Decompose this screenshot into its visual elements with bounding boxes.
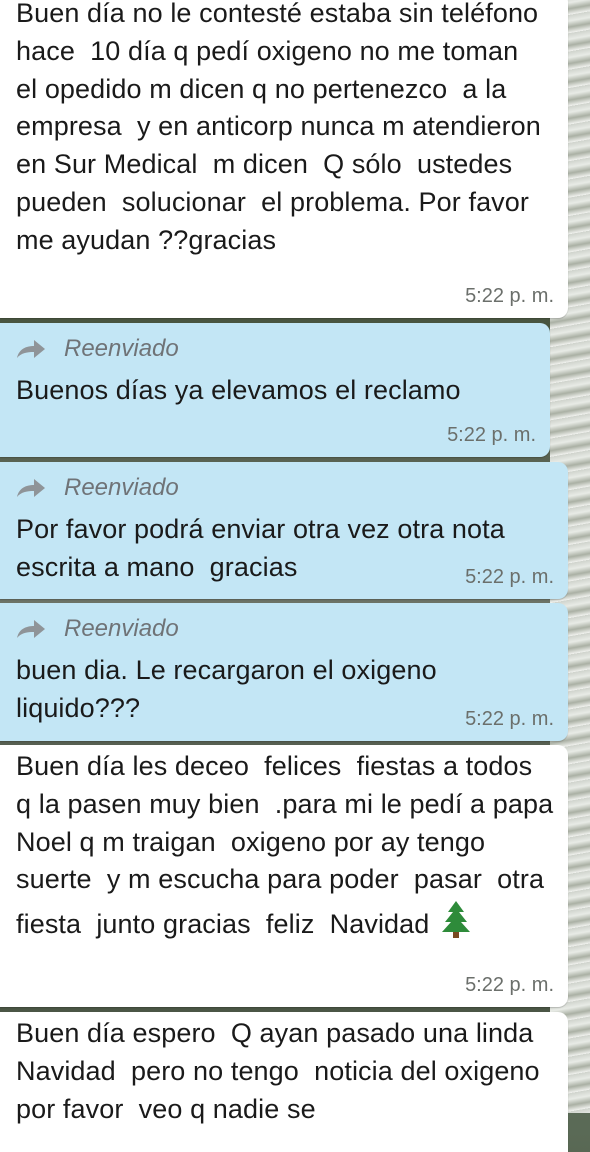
forwarded-label: Reenviado (64, 615, 179, 642)
forwarded-indicator: Reenviado (16, 606, 554, 652)
message-time: 5:22 p. m. (465, 708, 554, 730)
forwarded-indicator: Reenviado (16, 465, 554, 511)
message-text: Buen día espero Q ayan pasado una linda … (16, 1018, 548, 1124)
message-text-content: Buen día les deceo felices fiestas a tod… (16, 751, 561, 940)
forwarded-label: Reenviado (64, 474, 179, 501)
message-time: 5:22 p. m. (447, 424, 536, 446)
message-bubble[interactable]: Reenviado Por favor podrá enviar otra ve… (0, 462, 568, 599)
message-text: Buen día les deceo felices fiestas a tod… (16, 748, 554, 944)
message-bubble[interactable]: Buen día no le contesté estaba sin teléf… (0, 0, 568, 318)
message-time: 5:22 p. m. (465, 974, 554, 996)
message-bubble[interactable]: Reenviado buen dia. Le recargaron el oxi… (0, 603, 568, 741)
message-text: Buen día no le contesté estaba sin teléf… (16, 0, 554, 255)
message-bubble[interactable]: Reenviado Buenos días ya elevamos el rec… (0, 323, 550, 457)
message-bubble[interactable]: Buen día espero Q ayan pasado una linda … (0, 1012, 568, 1152)
forwarded-indicator: Reenviado (16, 326, 536, 372)
message-text: Buenos días ya elevamos el reclamo (16, 375, 461, 405)
message-bubble[interactable]: Buen día les deceo felices fiestas a tod… (0, 745, 568, 1007)
message-time: 5:22 p. m. (465, 285, 554, 307)
forwarded-label: Reenviado (64, 335, 179, 362)
christmas-tree-icon (442, 901, 471, 939)
message-time: 5:22 p. m. (465, 566, 554, 588)
forward-arrow-icon (17, 620, 45, 638)
forward-arrow-icon (17, 479, 45, 497)
forward-arrow-icon (17, 340, 45, 358)
